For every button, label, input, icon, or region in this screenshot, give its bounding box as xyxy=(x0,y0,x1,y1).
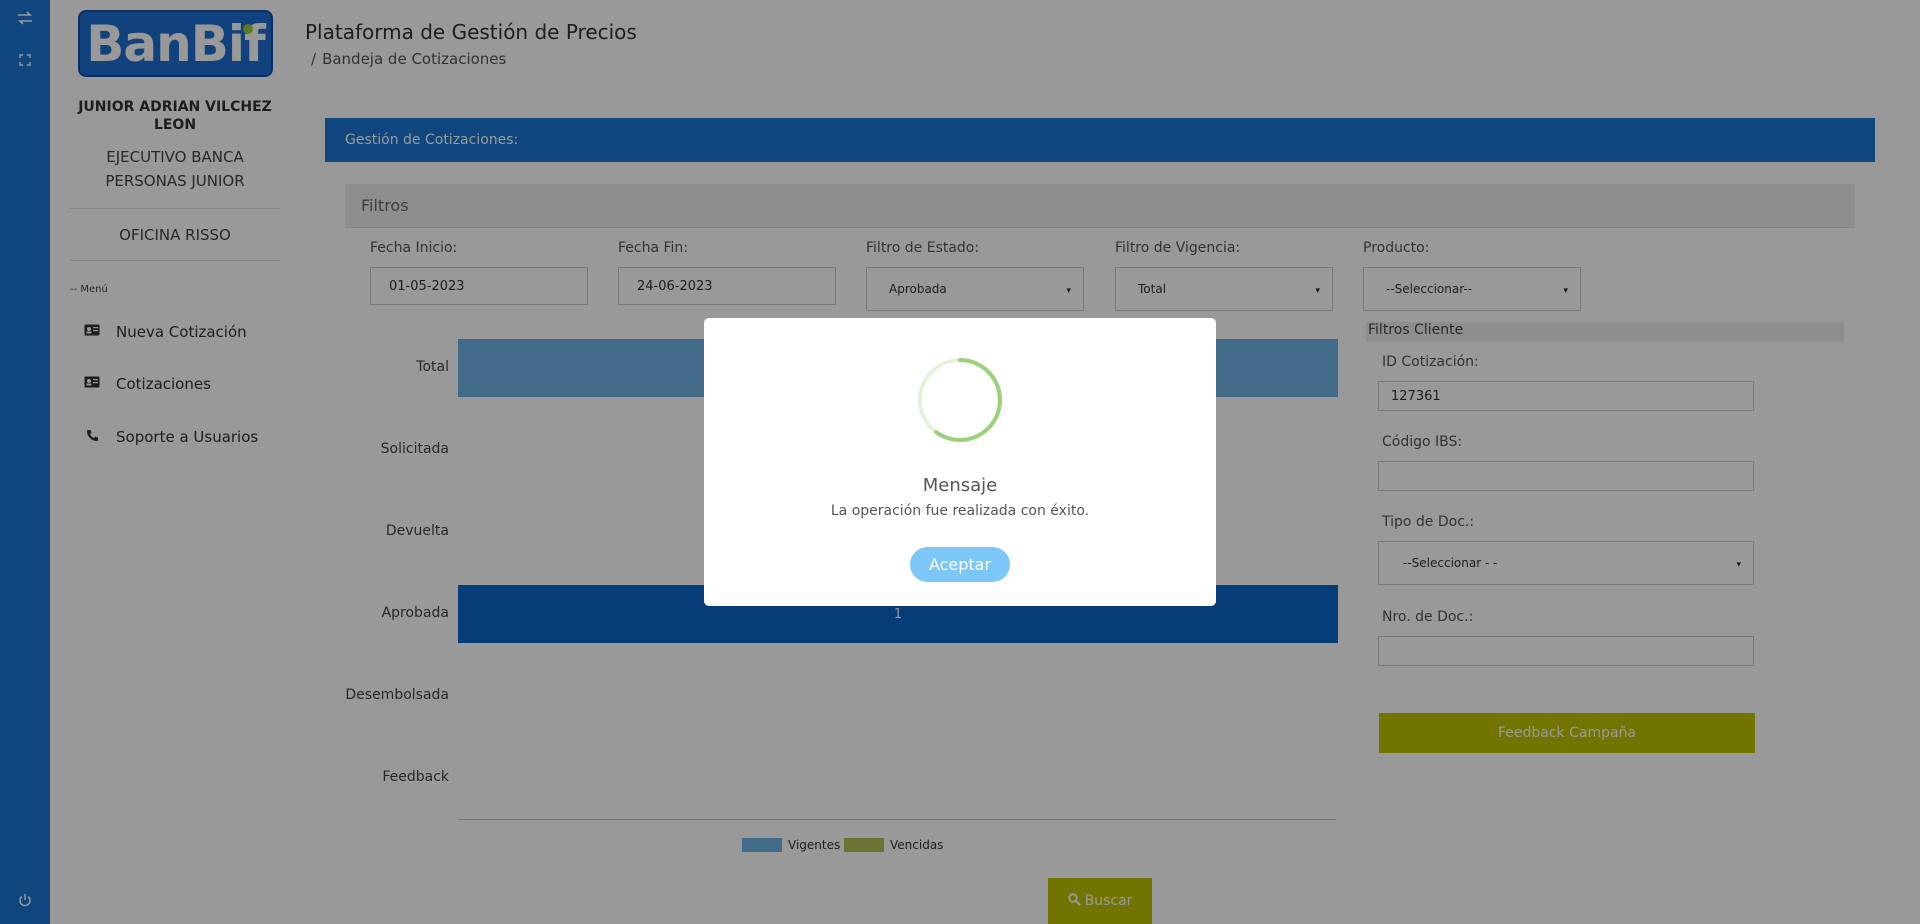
modal-message: La operación fue realizada con éxito. xyxy=(830,503,1090,519)
message-modal: Mensaje La operación fue realizada con é… xyxy=(704,318,1216,606)
loading-spinner-icon xyxy=(916,356,1004,444)
aceptar-button[interactable]: Aceptar xyxy=(910,547,1010,582)
modal-title: Mensaje xyxy=(922,475,998,496)
